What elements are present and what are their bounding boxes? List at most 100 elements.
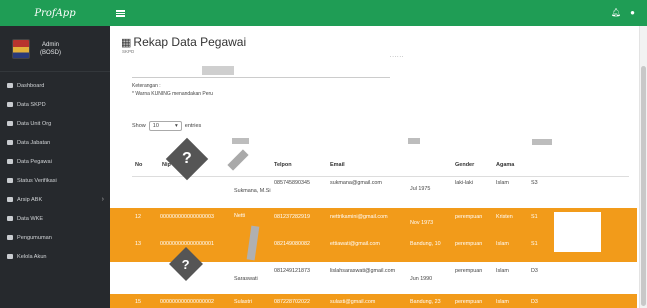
user-name: Admin xyxy=(41,41,59,48)
page-subtitle: SKPD xyxy=(122,49,135,54)
top-bar: 🔔︎ ● xyxy=(110,0,647,26)
entries-label: entries xyxy=(184,123,202,129)
col-header-email[interactable]: Email xyxy=(330,162,345,168)
brand-logo[interactable]: ProfApp xyxy=(0,0,110,26)
redacted-block xyxy=(532,139,552,145)
cell-pendidikan: S1 xyxy=(531,214,538,220)
table-row[interactable]: 15 000000000000000002 Sulastri 087228702… xyxy=(110,294,637,308)
col-header-gender[interactable]: Gender xyxy=(455,162,474,168)
sidebar-item-data-unit-org[interactable]: Data Unit Org xyxy=(0,114,110,133)
entries-value: 10 xyxy=(152,123,159,129)
scrollbar[interactable] xyxy=(639,26,647,308)
cell-email[interactable]: ettiawati@gmail.com xyxy=(330,241,380,248)
chevron-right-icon: › xyxy=(101,196,104,203)
user-panel: Admin (BOSD) xyxy=(0,26,110,72)
sidebar-item-label: Data SKPD xyxy=(17,101,46,108)
cell-gender: perempuan xyxy=(455,241,483,247)
cell-nama: Sulastri xyxy=(234,299,252,305)
sidebar-item-dashboard[interactable]: Dashboard xyxy=(0,76,110,95)
cell-ttl: Jun 1990 xyxy=(410,276,433,282)
cell-telpon: 082149080082 xyxy=(274,241,310,247)
grid-icon: ▦ xyxy=(121,36,132,49)
list-icon xyxy=(7,102,13,107)
cell-ttl: Bandung, 10 xyxy=(410,241,441,247)
col-header-no[interactable]: No xyxy=(135,162,142,168)
keterangan-label: Keterangan : xyxy=(132,83,161,89)
cell-no: 13 xyxy=(135,241,141,247)
brand-name: ProfApp xyxy=(34,7,76,19)
sidebar-item-label: Dashboard xyxy=(17,82,45,89)
sidebar-item-data-pegawai[interactable]: Data Pegawai xyxy=(0,152,110,171)
menu-icon[interactable] xyxy=(116,9,125,17)
redacted-block xyxy=(408,138,420,144)
cell-ttl: Jul 1975 xyxy=(410,186,431,192)
cell-agama: Islam xyxy=(496,299,509,305)
cell-email[interactable]: sukmana@gmail.com xyxy=(330,180,382,187)
cell-agama: Islam xyxy=(496,268,509,274)
cell-nip: 000000000000000001 xyxy=(160,241,214,247)
sidebar-item-label: Pengumuman xyxy=(17,234,52,241)
cell-agama: Kristen xyxy=(496,214,513,220)
col-header-agama[interactable]: Agama xyxy=(496,162,514,168)
cell-pendidikan: D3 xyxy=(531,268,538,274)
cell-email[interactable]: lislahsaraswati@gmail.com xyxy=(330,268,395,275)
list-icon xyxy=(7,140,13,145)
sidebar-item-status-verifikasi[interactable]: Status Verifikasi xyxy=(0,171,110,190)
sidebar-item-label: Status Verifikasi xyxy=(17,177,57,184)
cell-telpon: 085745890345 xyxy=(274,180,310,186)
cell-nip: 000000000000000002 xyxy=(160,299,214,305)
blank-cell xyxy=(554,212,601,252)
cell-no: 12 xyxy=(135,214,141,220)
avatar xyxy=(12,38,30,59)
cell-agama: Islam xyxy=(496,241,509,247)
list-icon xyxy=(7,178,13,183)
redacted-block xyxy=(232,138,249,144)
page-title: ▦ Rekap Data Pegawai xyxy=(121,35,246,49)
sidebar-item-label: Kelola Akun xyxy=(17,253,47,260)
table-row[interactable]: Sukmana, M.Si 085745890345 sukmana@gmail… xyxy=(132,178,640,208)
cell-nama: Saraswati xyxy=(234,276,258,282)
keterangan-box: Keterangan : * Warna KUNING menandakan P… xyxy=(132,83,392,106)
sidebar-item-arsip-abk[interactable]: Arsip ABK › xyxy=(0,190,110,209)
cell-gender: perempuan xyxy=(455,214,483,220)
cell-agama: Islam xyxy=(496,180,509,186)
cell-email[interactable]: nettrikamini@gmail.com xyxy=(330,214,388,221)
sidebar-item-data-wke[interactable]: Data WKE xyxy=(0,209,110,228)
cell-email[interactable]: sulasti@gmail.com xyxy=(330,299,375,306)
cell-pendidikan: S3 xyxy=(531,180,538,186)
divider xyxy=(132,77,390,78)
sidebar-item-kelola-akun[interactable]: Kelola Akun xyxy=(0,247,110,266)
cell-ttl: Nov 1973 xyxy=(410,220,434,226)
sidebar-item-label: Data Jabatan xyxy=(17,139,51,146)
user-icon[interactable]: ● xyxy=(630,8,635,17)
table-row[interactable]: Saraswati 081249121873 lislahsaraswati@g… xyxy=(132,262,640,290)
list-icon xyxy=(7,121,13,126)
cell-pendidikan: D3 xyxy=(531,299,538,305)
list-icon xyxy=(7,216,13,221)
keterangan-note: * Warna KUNING menandakan Peru xyxy=(132,91,213,97)
bell-icon[interactable]: 🔔︎ xyxy=(611,8,621,17)
sidebar-item-data-skpd[interactable]: Data SKPD xyxy=(0,95,110,114)
sidebar: ProfApp Admin (BOSD) Dashboard Data SKPD… xyxy=(0,0,110,308)
show-entries: Show 10 ▾ entries xyxy=(132,121,201,131)
cell-no: 15 xyxy=(135,299,141,305)
cell-gender: laki-laki xyxy=(455,180,473,186)
sidebar-item-data-jabatan[interactable]: Data Jabatan xyxy=(0,133,110,152)
cell-nama: Sukmana, M.Si xyxy=(234,188,271,194)
sidebar-item-pengumuman[interactable]: Pengumuman xyxy=(0,228,110,247)
show-label: Show xyxy=(132,123,146,129)
page-title-text: Rekap Data Pegawai xyxy=(133,35,247,49)
cell-telpon: 081237282919 xyxy=(274,214,310,220)
cell-telpon: 087228702022 xyxy=(274,299,310,305)
col-header-telpon[interactable]: Telpon xyxy=(274,162,292,168)
archive-icon xyxy=(7,197,13,202)
cell-ttl: Bandung, 23 xyxy=(410,299,441,305)
scrollbar-thumb[interactable] xyxy=(641,66,646,306)
entries-select[interactable]: 10 ▾ xyxy=(148,121,182,131)
cell-nip: 000000000000000003 xyxy=(160,214,214,220)
cell-gender: perempuan xyxy=(455,268,483,274)
sidebar-item-label: Data WKE xyxy=(17,215,44,222)
list-icon xyxy=(7,159,13,164)
sidebar-item-label: Arsip ABK xyxy=(17,196,43,203)
list-icon xyxy=(7,235,13,240)
